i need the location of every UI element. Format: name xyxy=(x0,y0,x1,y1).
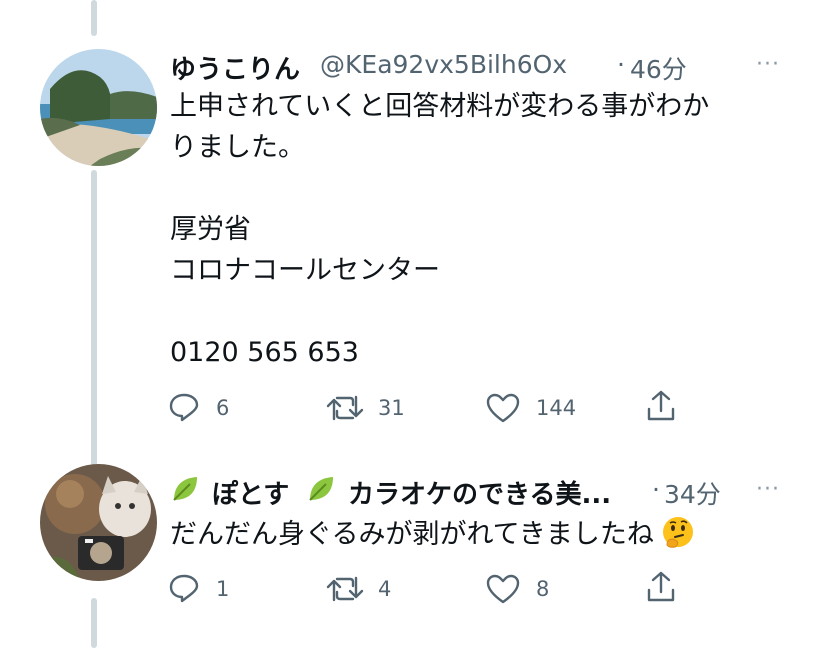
tweet-text-line: だんだん身ぐるみが剥がれてきましたね xyxy=(170,519,654,550)
tweet-text: 上申されていくと回答材料が変わる事がわか りました。 厚労省 コロナコールセンタ… xyxy=(170,86,709,373)
thread-line-bottom xyxy=(91,598,97,648)
share-icon[interactable] xyxy=(646,570,676,604)
reply-icon xyxy=(168,392,200,422)
author-name-part[interactable]: カラオケのできる美... xyxy=(348,474,611,511)
like-count: 8 xyxy=(536,577,550,601)
tweet-text-line xyxy=(170,291,709,332)
retweet-icon xyxy=(326,393,364,423)
avatar[interactable] xyxy=(40,464,157,581)
tweet-text-line: 0120 565 653 xyxy=(170,337,359,368)
avatar[interactable] xyxy=(40,49,157,166)
thread-line-middle xyxy=(91,170,97,466)
share-icon[interactable] xyxy=(646,389,676,423)
leaf-emoji xyxy=(170,474,200,504)
tweet-text-line: りました。 xyxy=(170,132,305,163)
retweet-count: 31 xyxy=(378,396,405,420)
reply-count: 1 xyxy=(216,577,230,601)
reply-icon xyxy=(168,573,200,603)
like-count: 144 xyxy=(536,396,577,420)
timestamp[interactable]: 46分 xyxy=(630,50,687,86)
separator-dot: · xyxy=(652,475,660,504)
like-icon xyxy=(486,574,520,604)
tweet-text-line: 上申されていくと回答材料が変わる事がわか xyxy=(170,91,710,122)
tweet-text-line: コロナコールセンター xyxy=(170,255,440,286)
author-name[interactable]: ゆうこりん xyxy=(170,49,300,86)
more-options-button[interactable]: ··· xyxy=(756,477,780,502)
retweet-count: 4 xyxy=(378,577,392,601)
tweet-text-line: 厚労省 xyxy=(170,214,251,245)
retweet-icon xyxy=(326,574,364,604)
reply-count: 6 xyxy=(216,396,230,420)
tweet-text-line xyxy=(170,168,709,209)
leaf-emoji xyxy=(306,474,336,504)
timestamp[interactable]: 34分 xyxy=(664,475,721,511)
author-handle[interactable]: @KEa92vx5Bilh6Ox xyxy=(320,50,567,79)
like-icon xyxy=(486,393,520,423)
separator-dot: · xyxy=(617,50,625,79)
more-options-button[interactable]: ··· xyxy=(756,52,780,77)
tweet-text: だんだん身ぐるみが剥がれてきましたね xyxy=(170,514,695,555)
thinking-face-emoji xyxy=(661,515,695,553)
thread-line-top xyxy=(91,0,97,36)
author-name-part[interactable]: ぽとす xyxy=(212,474,289,511)
